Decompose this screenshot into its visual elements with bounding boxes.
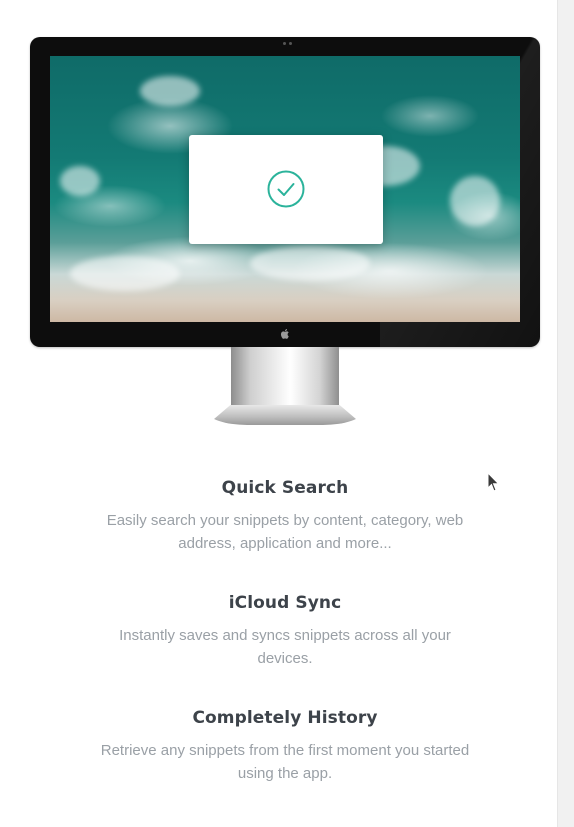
camera-icon [283,42,293,45]
feature-description: Easily search your snippets by content, … [106,512,464,552]
check-circle-icon [267,170,305,208]
mouse-cursor-icon [487,472,500,492]
feature-description: Retrieve any snippets from the first mom… [100,742,470,782]
apple-logo-icon [280,329,289,339]
feature-title: Completely History [192,708,378,728]
monitor-stand [231,347,339,407]
feature-description: Instantly saves and syncs snippets acros… [119,627,451,667]
scrollbar-track[interactable] [557,0,574,827]
monitor-stand-base [207,405,363,425]
feature-title: Quick Search [221,478,349,498]
feature-title: iCloud Sync [228,593,342,613]
